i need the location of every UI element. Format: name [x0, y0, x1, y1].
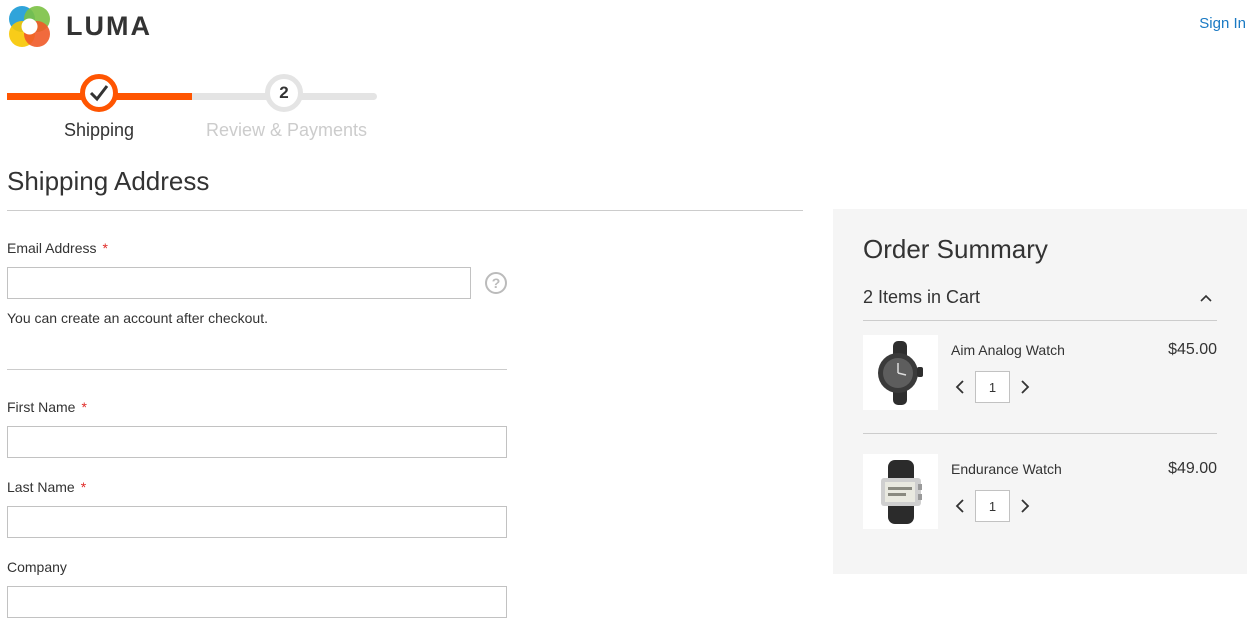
order-summary-panel: Order Summary 2 Items in Cart Aim Analog… — [833, 209, 1247, 574]
cart-item: Aim Analog Watch $45.00 — [863, 335, 1217, 415]
chevron-right-icon — [1021, 499, 1030, 513]
question-circle-icon[interactable]: ? — [485, 272, 507, 294]
first-name-field[interactable] — [7, 426, 507, 458]
company-label: Company — [7, 559, 67, 575]
item-name[interactable]: Aim Analog Watch — [951, 342, 1065, 358]
order-summary-title: Order Summary — [863, 234, 1048, 264]
watch-image[interactable] — [863, 454, 938, 529]
luma-logo[interactable]: LUMA — [7, 4, 152, 49]
chevron-right-icon — [1021, 380, 1030, 394]
check-icon — [89, 85, 109, 102]
company-label-text: Company — [7, 559, 67, 575]
last-name-field[interactable] — [7, 506, 507, 538]
chevron-left-icon — [955, 499, 964, 513]
items-in-cart-toggle[interactable]: 2 Items in Cart — [863, 281, 1217, 321]
step-review-marker: 2 — [265, 74, 303, 112]
chevron-left-icon — [955, 380, 964, 394]
quantity-stepper — [951, 371, 1034, 403]
email-field[interactable] — [7, 267, 471, 299]
account-note: You can create an account after checkout… — [7, 310, 268, 326]
email-label: Email Address * — [7, 240, 108, 256]
watch-image[interactable] — [863, 335, 938, 410]
chevron-up-icon — [1200, 294, 1212, 302]
last-name-label-text: Last Name — [7, 479, 75, 495]
items-count-label: 2 Items in Cart — [863, 287, 981, 307]
luma-logo-icon — [9, 6, 50, 47]
email-label-text: Email Address — [7, 240, 97, 256]
required-marker: * — [102, 240, 108, 256]
first-name-label: First Name * — [7, 399, 87, 415]
step-review-label: Review & Payments — [206, 120, 368, 140]
logo-text: LUMA — [66, 11, 152, 41]
required-marker: * — [81, 399, 87, 415]
field-divider — [7, 369, 507, 370]
quantity-stepper — [951, 490, 1034, 522]
shipping-address-title: Shipping Address — [7, 166, 210, 196]
item-price: $45.00 — [1168, 341, 1217, 358]
title-divider — [7, 210, 803, 211]
increase-qty-button[interactable] — [1016, 497, 1034, 515]
item-price: $49.00 — [1168, 460, 1217, 477]
step-shipping-marker[interactable] — [80, 74, 118, 112]
checkout-progress-bar: 2 Shipping Review & Payments — [7, 72, 377, 142]
sign-in-link[interactable]: Sign In — [1199, 15, 1246, 32]
increase-qty-button[interactable] — [1016, 378, 1034, 396]
cart-item: Endurance Watch $49.00 — [863, 454, 1217, 534]
company-field[interactable] — [7, 586, 507, 618]
decrease-qty-button[interactable] — [951, 378, 969, 396]
required-marker: * — [80, 479, 87, 495]
decrease-qty-button[interactable] — [951, 497, 969, 515]
step-shipping-label[interactable]: Shipping — [64, 120, 134, 141]
item-divider — [863, 433, 1217, 434]
quantity-input[interactable] — [975, 490, 1010, 522]
first-name-label-text: First Name — [7, 399, 76, 415]
quantity-input[interactable] — [975, 371, 1010, 403]
last-name-label: Last Name * — [7, 479, 86, 495]
item-name[interactable]: Endurance Watch — [951, 461, 1062, 477]
